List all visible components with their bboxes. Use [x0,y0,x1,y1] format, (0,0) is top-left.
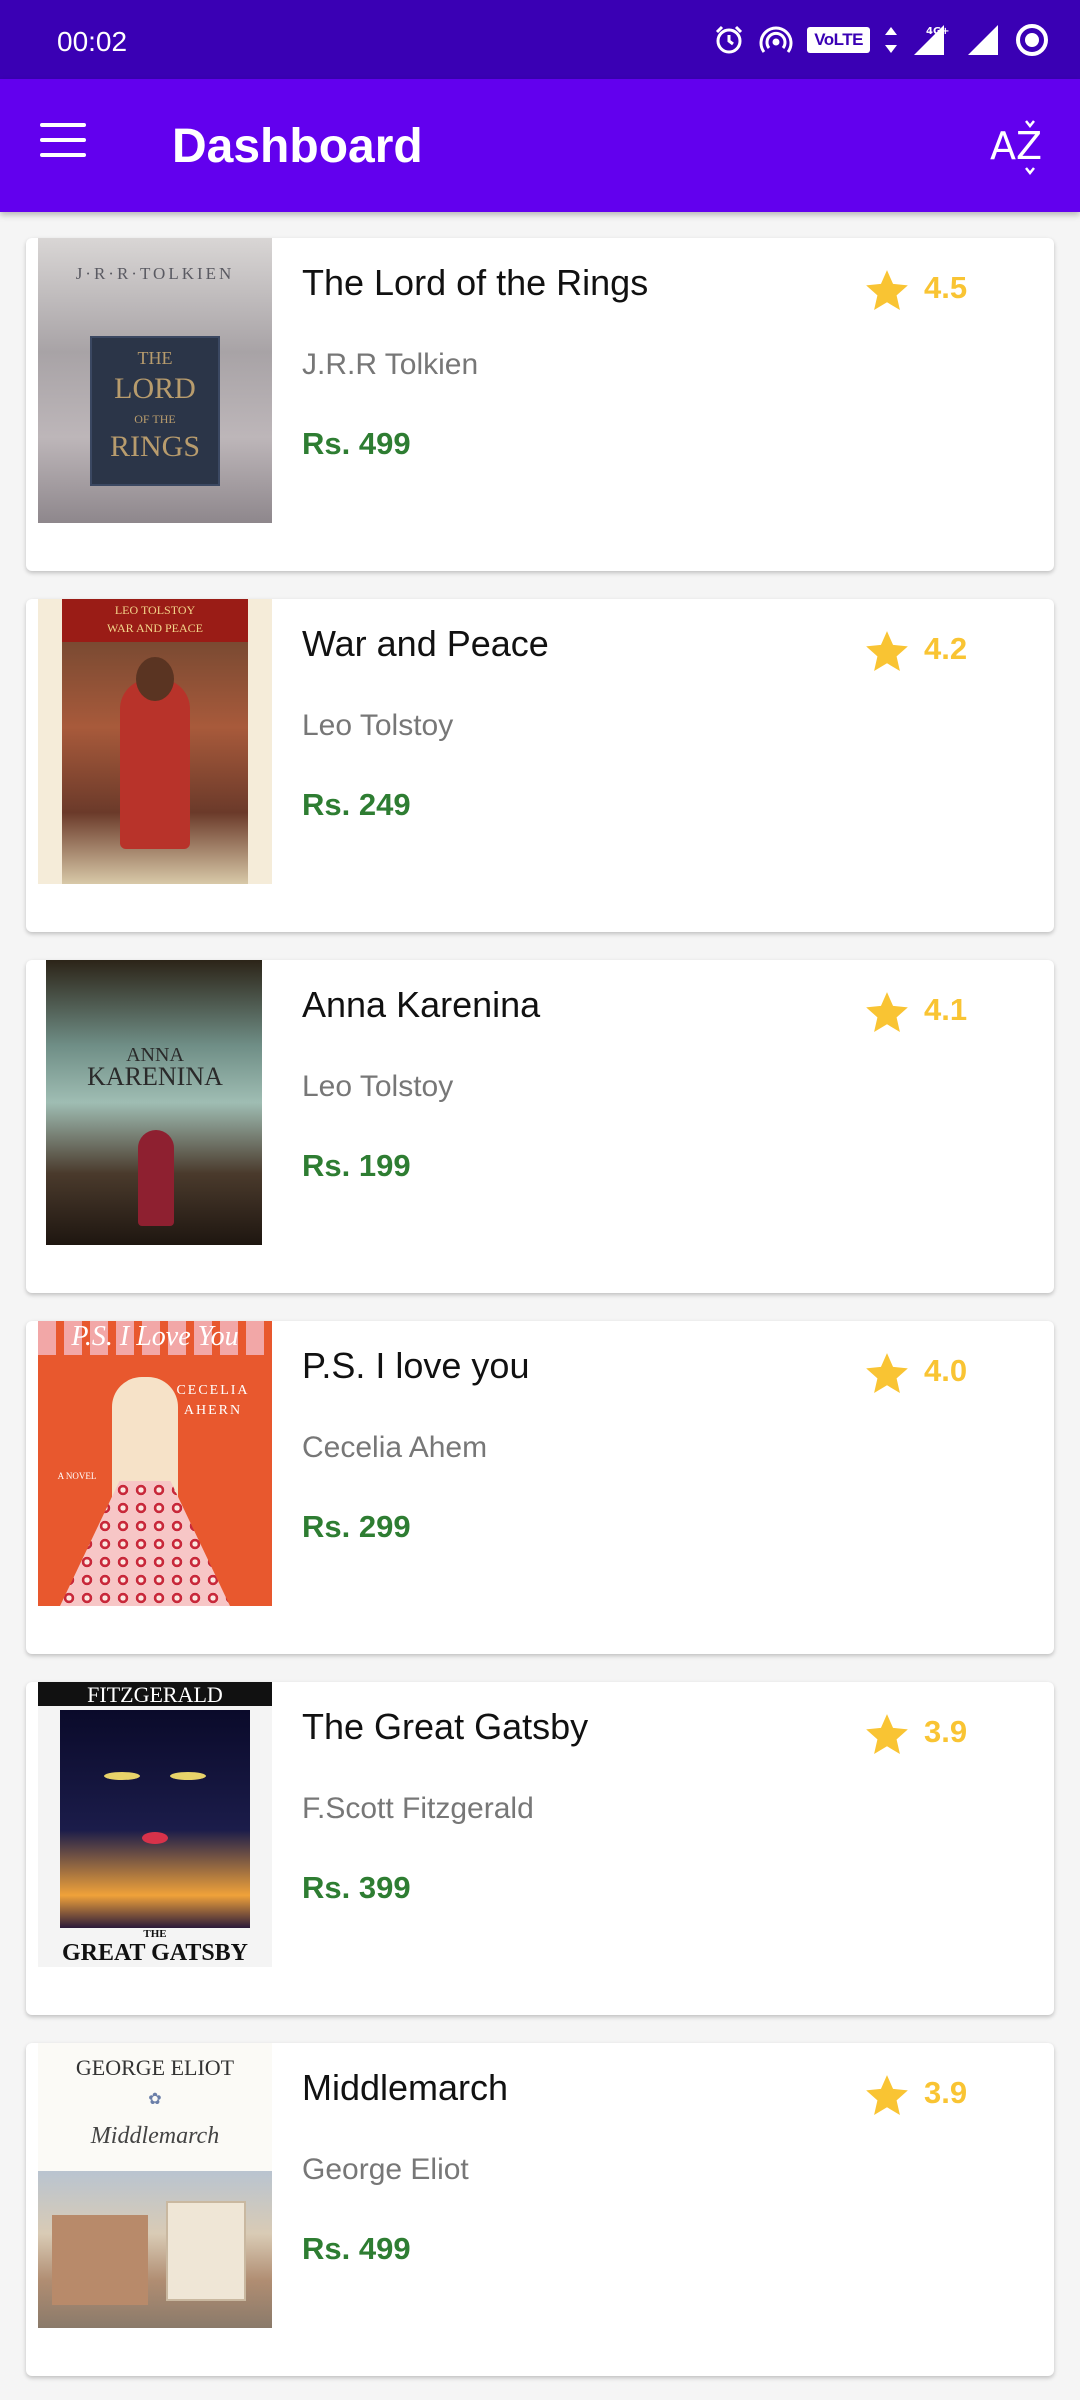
book-cover-middlemarch: GEORGE ELIOT ✿ Middlemarch [38,2043,272,2328]
book-price: Rs. 249 [302,787,411,822]
book-rating: 3.9 [924,1714,968,1749]
book-price: Rs. 299 [302,1509,411,1544]
star-icon [866,1714,908,1754]
book-rating: 4.2 [924,631,968,666]
book-author: F.Scott Fitzgerald [302,1792,534,1825]
star-icon [866,1353,908,1393]
book-card[interactable]: J·R·R·TOLKIEN THE LORD OF THE RINGS The … [26,238,1054,571]
star-icon [866,992,908,1032]
sort-az-icon: A Z [990,120,1042,176]
book-cover-anna-karenina: ANNA KARENINA [38,960,272,1245]
book-title: War and Peace [302,623,549,664]
book-author: George Eliot [302,2153,469,2186]
book-price: Rs. 499 [302,2231,411,2266]
book-cover-ps-i-love-you: P.S. I Love You CECELIA AHERN A NOVEL [38,1321,272,1606]
hamburger-menu-icon [40,123,86,127]
book-price: Rs. 499 [302,426,411,461]
battery-saver-icon [1016,24,1048,56]
book-card[interactable]: GEORGE ELIOT ✿ Middlemarch Middlemarch G… [26,2043,1054,2376]
book-title: The Lord of the Rings [302,262,649,303]
book-rating: 4.5 [924,270,968,305]
svg-text:Z: Z [1016,124,1042,168]
book-cover-lord-of-the-rings: J·R·R·TOLKIEN THE LORD OF THE RINGS [38,238,272,523]
book-card[interactable]: ANNA KARENINA Anna Karenina Leo Tolstoy … [26,960,1054,1293]
status-bar: 00:02 VoLTE 4G+ [0,0,1080,79]
book-cover-great-gatsby: FITZGERALD THE GREAT GATSBY [38,1682,272,1967]
signal-icon [968,25,998,55]
page-title: Dashboard [172,120,423,173]
star-icon [866,270,908,310]
book-title: The Great Gatsby [302,1706,589,1747]
book-cover-war-and-peace: LEO TOLSTOY WAR AND PEACE [38,599,272,884]
book-card[interactable]: LEO TOLSTOY WAR AND PEACE War and Peace … [26,599,1054,932]
sort-button[interactable]: A Z [990,117,1050,177]
app-bar: Dashboard A Z [0,79,1080,212]
book-card[interactable]: P.S. I Love You CECELIA AHERN A NOVEL P.… [26,1321,1054,1654]
book-card[interactable]: FITZGERALD THE GREAT GATSBY The Great Ga… [26,1682,1054,2015]
star-icon [866,2075,908,2115]
network-label: 4G+ [926,26,950,37]
data-arrows-icon [885,27,897,53]
volte-badge: VoLTE [807,27,870,53]
book-price: Rs. 199 [302,1148,411,1183]
signal-4g-icon: 4G+ [914,25,950,55]
book-author: Leo Tolstoy [302,1070,454,1103]
svg-text:A: A [990,124,1016,168]
book-rating: 4.1 [924,992,968,1027]
book-title: Middlemarch [302,2067,509,2108]
menu-button[interactable] [40,123,90,169]
status-icons: VoLTE 4G+ [713,22,1050,58]
book-author: J.R.R Tolkien [302,348,479,381]
book-rating: 3.9 [924,2075,968,2110]
book-title: Anna Karenina [302,984,541,1025]
book-title: P.S. I love you [302,1345,530,1386]
book-price: Rs. 399 [302,1870,411,1905]
status-time: 00:02 [57,26,128,57]
star-icon [866,631,908,671]
book-author: Leo Tolstoy [302,709,454,742]
book-rating: 4.0 [924,1353,968,1388]
hotspot-icon [759,26,793,53]
book-author: Cecelia Ahem [302,1431,488,1464]
alarm-icon [716,25,743,54]
